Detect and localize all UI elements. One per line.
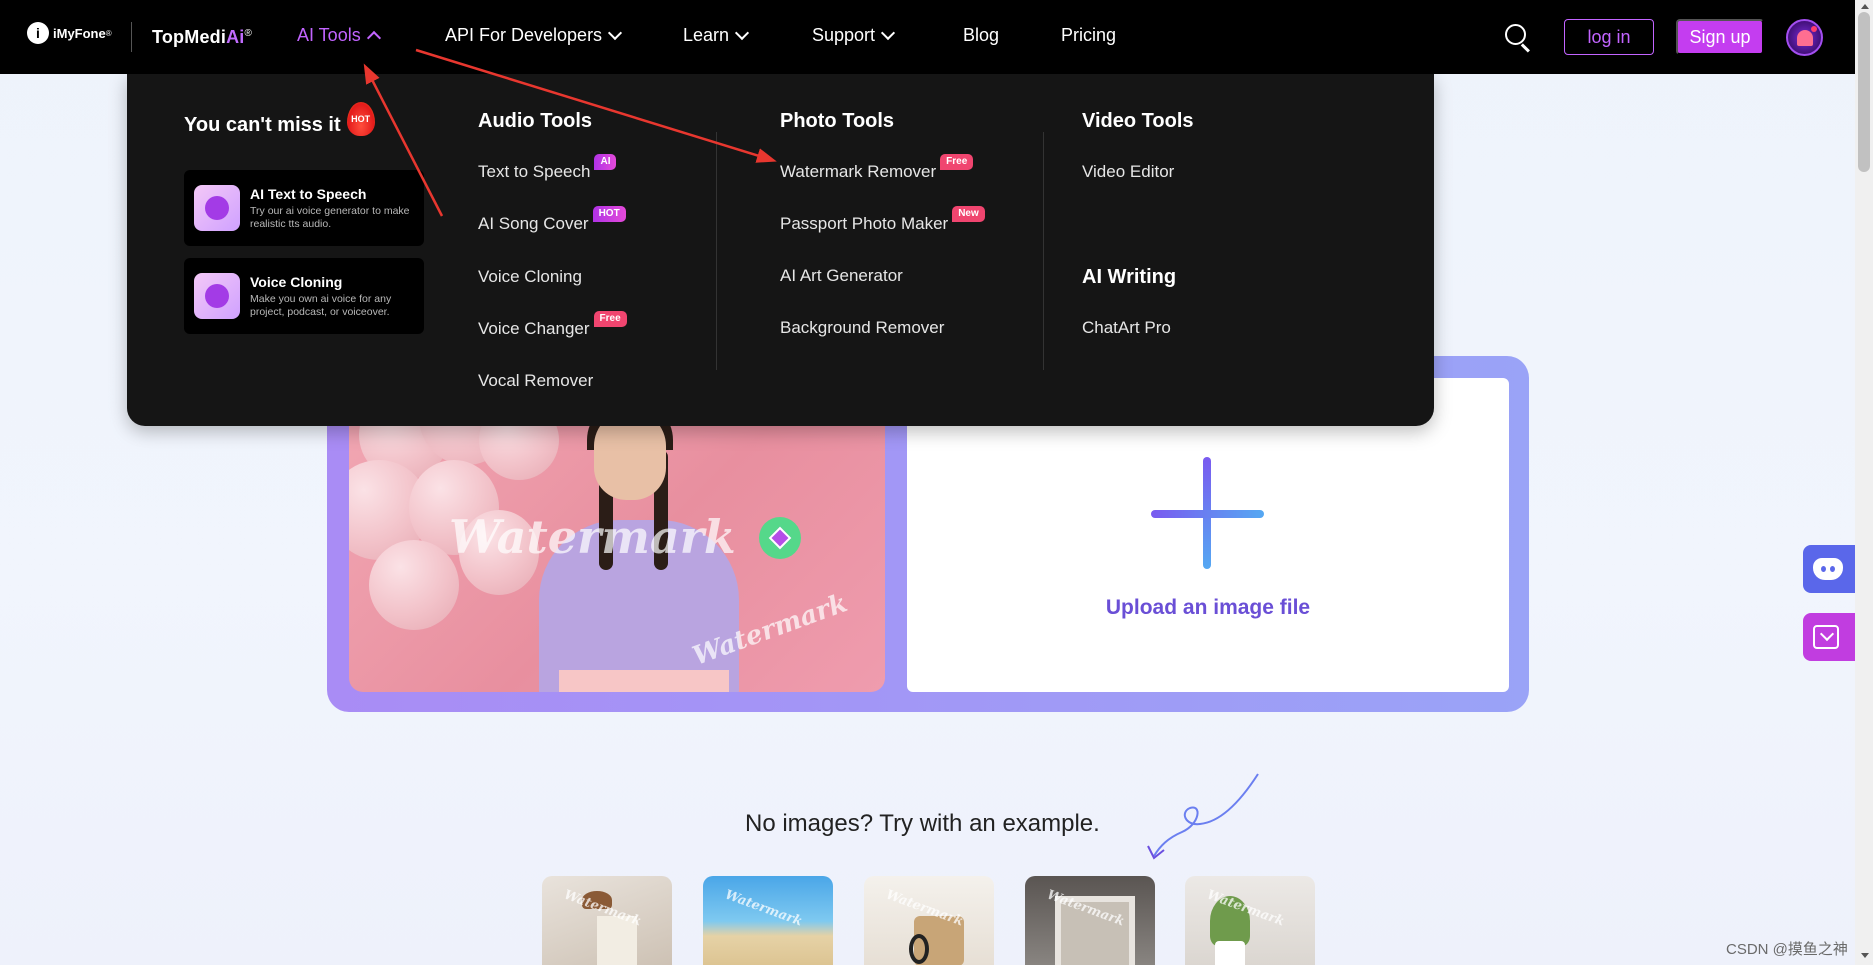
menu-item-label: Watermark Remover [780,162,937,181]
menu-item-label: Vocal Remover [478,371,594,390]
column-divider [716,132,717,370]
signup-button[interactable]: Sign up [1676,19,1764,55]
nav-api-label: API For Developers [445,25,603,45]
menu-item-voice-changer[interactable]: Voice Changer Free [478,311,627,339]
menu-item-ai-song-cover[interactable]: AI Song Cover HOT [478,206,626,234]
brand-name: iMyFone [53,25,106,41]
nav-ai-tools-label: AI Tools [297,25,361,45]
watermark-logo-icon [759,517,801,559]
menu-item-ai-art-generator[interactable]: AI Art Generator [780,266,903,286]
imyfone-logo[interactable]: i iMyFone ® [27,22,112,44]
menu-item-text-to-speech[interactable]: Text to Speech AI [478,154,617,182]
audio-tools-title: Audio Tools [478,110,593,132]
menu-item-label: Video Editor [1082,162,1175,181]
free-badge: Free [593,311,627,327]
microphone-app-icon [194,185,240,231]
upload-image-label[interactable]: Upload an image file [1070,596,1346,620]
ai-badge: AI [594,154,617,170]
menu-item-voice-cloning[interactable]: Voice Cloning [478,267,582,287]
scrollbar-thumb[interactable] [1858,12,1870,172]
menu-item-label: Text to Speech [478,162,591,181]
hot-flame-icon: HOT [346,101,375,136]
ai-tools-dropdown: You can't miss it HOT AI Text to Speech … [127,74,1434,426]
top-navbar: i iMyFone ® TopMediAi® AI Tools API For D… [0,0,1855,74]
menu-item-label: Background Remover [780,318,945,337]
promo-card-title: Voice Cloning [250,273,343,290]
thumb-watermark: Watermark [722,887,805,930]
sample-watermarked-photo: Watermark Watermark [349,380,885,692]
product-name-prefix: TopMedi [152,27,227,47]
nav-pricing[interactable]: Pricing [1061,25,1116,46]
credit-watermark: CSDN @摸鱼之神 [1726,941,1848,958]
example-thumbnail-shelf[interactable]: Watermark [1025,876,1155,965]
notification-bell-icon[interactable] [1786,19,1823,56]
chevron-down-icon [734,25,750,41]
new-badge: New [952,206,985,222]
imyfone-logo-icon: i [27,22,49,44]
ai-writing-title: AI Writing [1082,266,1177,288]
video-tools-title: Video Tools [1082,110,1194,132]
promo-card-desc: Make you own ai voice for any project, p… [250,292,392,318]
nav-ai-tools[interactable]: AI Tools [297,25,381,46]
nav-learn[interactable]: Learn [683,25,750,46]
download-icon [1813,625,1839,649]
discord-icon [1813,558,1843,580]
nav-blog[interactable]: Blog [963,25,999,46]
menu-item-label: Voice Changer [478,319,590,338]
menu-item-passport-photo-maker[interactable]: Passport Photo Maker New [780,206,985,234]
example-thumbnail-plant[interactable]: Watermark [1185,876,1315,965]
scroll-down-arrow-icon[interactable] [1861,953,1869,958]
brand-divider [131,22,132,52]
decorative-swoosh-icon [1147,773,1259,860]
plus-icon-horizontal[interactable] [1151,510,1264,518]
menu-item-label: Passport Photo Maker [780,214,949,233]
nav-learn-label: Learn [683,25,730,45]
product-registered-mark: ® [244,28,253,39]
hot-badge: HOT [592,206,626,222]
menu-item-watermark-remover[interactable]: Watermark Remover Free [780,154,974,182]
download-button[interactable] [1803,613,1858,661]
voice-wave-app-icon [194,273,240,319]
chevron-down-icon [880,25,896,41]
column-divider [1043,132,1044,370]
discord-button[interactable] [1803,545,1858,593]
example-section-title: No images? Try with an example. [745,810,1100,837]
product-name-ai: Ai [226,27,245,47]
promo-card-ai-text-to-speech[interactable]: AI Text to Speech Try our ai voice gener… [184,170,424,246]
example-thumbnail-bag[interactable]: Watermark [864,876,994,965]
nav-pricing-label: Pricing [1061,25,1117,45]
example-thumbnail-beach[interactable]: Watermark [703,876,833,965]
nav-support-label: Support [812,25,876,45]
menu-item-background-remover[interactable]: Background Remover [780,318,944,338]
promo-title-text: You can't miss it [184,114,341,136]
menu-item-label: Voice Cloning [478,267,582,286]
menu-item-label: AI Song Cover [478,214,589,233]
promo-card-desc: Try our ai voice generator to make reali… [250,204,410,230]
search-icon[interactable] [1505,24,1531,53]
topmediai-logo[interactable]: TopMediAi® [152,27,252,48]
free-badge: Free [940,154,974,170]
chevron-up-icon [366,30,381,45]
login-button[interactable]: log in [1564,19,1654,55]
menu-item-vocal-remover[interactable]: Vocal Remover [478,371,593,391]
brand-registered-mark: ® [105,28,112,38]
menu-item-label: ChatArt Pro [1082,318,1171,337]
menu-item-label: AI Art Generator [780,266,903,285]
scroll-up-arrow-icon[interactable] [1861,4,1869,9]
promo-card-voice-cloning[interactable]: Voice Cloning Make you own ai voice for … [184,258,424,334]
menu-item-video-editor[interactable]: Video Editor [1082,162,1174,182]
photo-tools-title: Photo Tools [780,110,895,132]
watermark-text-main: Watermark [449,510,736,564]
nav-api-for-developers[interactable]: API For Developers [445,25,623,46]
nav-support[interactable]: Support [812,25,896,46]
promo-card-title: AI Text to Speech [250,185,367,202]
promo-section-title: You can't miss it HOT [184,101,375,137]
example-thumbnail-clothing[interactable]: Watermark [542,876,672,965]
nav-blog-label: Blog [963,25,1000,45]
menu-item-chatart-pro[interactable]: ChatArt Pro [1082,318,1171,338]
chevron-down-icon [607,25,623,41]
